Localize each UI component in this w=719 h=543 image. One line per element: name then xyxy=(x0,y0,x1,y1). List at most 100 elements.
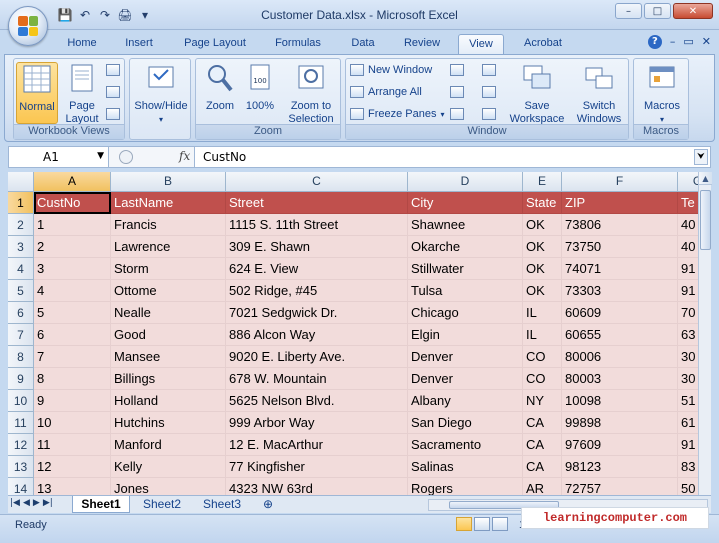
table-cell[interactable]: 9020 E. Liberty Ave. xyxy=(226,346,408,368)
row-header[interactable]: 14 xyxy=(8,478,34,495)
table-cell[interactable]: 60655 xyxy=(562,324,678,346)
table-cell[interactable]: 5625 Nelson Blvd. xyxy=(226,390,408,412)
save-workspace-button[interactable]: Save Workspace xyxy=(508,62,566,125)
normal-view-status-icon[interactable] xyxy=(456,517,472,531)
office-button[interactable] xyxy=(8,6,48,46)
table-cell[interactable]: 80006 xyxy=(562,346,678,368)
unhide-window-button[interactable] xyxy=(450,108,464,120)
header-cell[interactable]: LastName xyxy=(111,192,226,214)
table-cell[interactable]: 3 xyxy=(34,258,111,280)
table-cell[interactable]: CA xyxy=(523,412,562,434)
switch-windows-button[interactable]: Switch Windows xyxy=(570,62,628,125)
tab-formulas[interactable]: Formulas xyxy=(266,34,330,54)
table-cell[interactable]: CO xyxy=(523,346,562,368)
table-cell[interactable]: 8 xyxy=(34,368,111,390)
table-cell[interactable]: 502 Ridge, #45 xyxy=(226,280,408,302)
row-header[interactable]: 11 xyxy=(8,412,34,434)
page-break-status-icon[interactable] xyxy=(492,517,508,531)
table-cell[interactable]: Chicago xyxy=(408,302,523,324)
table-cell[interactable]: 50 xyxy=(678,478,698,495)
table-cell[interactable]: Francis xyxy=(111,214,226,236)
table-cell[interactable]: 80003 xyxy=(562,368,678,390)
scroll-up-icon[interactable]: ▲ xyxy=(699,172,712,185)
view-side-by-side-button[interactable] xyxy=(482,64,496,76)
column-header-a[interactable]: A xyxy=(34,172,111,192)
custom-views-button[interactable] xyxy=(106,86,120,98)
zoom-100-button[interactable]: 100 100% xyxy=(242,62,278,124)
name-box-dropdown-icon[interactable]: ▼ xyxy=(97,151,104,161)
table-cell[interactable]: Shawnee xyxy=(408,214,523,236)
table-cell[interactable]: 30 xyxy=(678,368,698,390)
table-cell[interactable]: Billings xyxy=(111,368,226,390)
row-header[interactable]: 6 xyxy=(8,302,34,324)
table-cell[interactable]: NY xyxy=(523,390,562,412)
ribbon-restore-icon[interactable]: ▭ xyxy=(683,35,693,49)
table-cell[interactable]: 60609 xyxy=(562,302,678,324)
table-cell[interactable]: Rogers xyxy=(408,478,523,495)
column-header-c[interactable]: C xyxy=(226,172,408,192)
table-cell[interactable]: 4323 NW 63rd xyxy=(226,478,408,495)
table-cell[interactable]: 4 xyxy=(34,280,111,302)
sheet-tab-sheet2[interactable]: Sheet2 xyxy=(134,496,190,513)
formula-input[interactable]: CustNo xyxy=(203,150,246,164)
table-cell[interactable]: 83 xyxy=(678,456,698,478)
table-cell[interactable]: Holland xyxy=(111,390,226,412)
table-cell[interactable]: IL xyxy=(523,324,562,346)
table-cell[interactable]: 91 xyxy=(678,280,698,302)
table-cell[interactable]: 61 xyxy=(678,412,698,434)
row-header[interactable]: 13 xyxy=(8,456,34,478)
hide-window-button[interactable] xyxy=(450,86,464,98)
table-cell[interactable]: CA xyxy=(523,434,562,456)
tab-acrobat[interactable]: Acrobat xyxy=(512,34,574,54)
table-cell[interactable]: 5 xyxy=(34,302,111,324)
table-cell[interactable]: AR xyxy=(523,478,562,495)
row-header[interactable]: 9 xyxy=(8,368,34,390)
table-cell[interactable]: Manford xyxy=(111,434,226,456)
vertical-scrollbar[interactable]: ▲ xyxy=(698,172,712,495)
table-cell[interactable]: 9 xyxy=(34,390,111,412)
table-cell[interactable]: 999 Arbor Way xyxy=(226,412,408,434)
table-cell[interactable]: Kelly xyxy=(111,456,226,478)
table-cell[interactable]: Sacramento xyxy=(408,434,523,456)
table-cell[interactable]: Stillwater xyxy=(408,258,523,280)
sheet-tab-sheet1[interactable]: Sheet1 xyxy=(72,496,130,513)
row-header[interactable]: 7 xyxy=(8,324,34,346)
table-cell[interactable]: Salinas xyxy=(408,456,523,478)
split-button[interactable] xyxy=(450,64,464,76)
vertical-scroll-thumb[interactable] xyxy=(700,190,711,250)
worksheet-grid[interactable]: A B C D E F G 1 2 3 4 5 6 7 8 9 10 11 12 13 14 CustNo LastName… xyxy=(8,172,698,495)
row-header[interactable]: 2 xyxy=(8,214,34,236)
table-cell[interactable]: 7021 Sedgwick Dr. xyxy=(226,302,408,324)
table-cell[interactable]: Tulsa xyxy=(408,280,523,302)
row-header[interactable]: 3 xyxy=(8,236,34,258)
table-cell[interactable]: 12 E. MacArthur xyxy=(226,434,408,456)
row-header[interactable]: 12 xyxy=(8,434,34,456)
column-header-b[interactable]: B xyxy=(111,172,226,192)
expand-formula-bar-icon[interactable]: ⮟ xyxy=(694,149,708,165)
table-cell[interactable]: OK xyxy=(523,236,562,258)
table-cell[interactable]: OK xyxy=(523,214,562,236)
table-cell[interactable]: 72757 xyxy=(562,478,678,495)
table-cell[interactable]: 10 xyxy=(34,412,111,434)
table-cell[interactable]: OK xyxy=(523,280,562,302)
table-cell[interactable]: 10098 xyxy=(562,390,678,412)
tab-data[interactable]: Data xyxy=(340,34,386,54)
tab-insert[interactable]: Insert xyxy=(114,34,164,54)
first-sheet-icon[interactable]: |◀ xyxy=(10,498,20,508)
table-cell[interactable]: OK xyxy=(523,258,562,280)
table-cell[interactable]: 40 xyxy=(678,236,698,258)
table-cell[interactable]: Good xyxy=(111,324,226,346)
table-cell[interactable]: CA xyxy=(523,456,562,478)
next-sheet-icon[interactable]: ▶ xyxy=(33,498,40,508)
synchronous-scrolling-button[interactable] xyxy=(482,86,496,98)
macros-button[interactable]: Macros ▾ xyxy=(636,62,688,124)
column-header-g[interactable]: G xyxy=(678,172,698,192)
row-header[interactable]: 4 xyxy=(8,258,34,280)
name-box[interactable]: A1 ▼ xyxy=(9,147,109,167)
table-cell[interactable]: Jones xyxy=(111,478,226,495)
table-cell[interactable]: 91 xyxy=(678,434,698,456)
table-cell[interactable]: Hutchins xyxy=(111,412,226,434)
table-cell[interactable]: 886 Alcon Way xyxy=(226,324,408,346)
table-cell[interactable]: 7 xyxy=(34,346,111,368)
table-cell[interactable]: Elgin xyxy=(408,324,523,346)
